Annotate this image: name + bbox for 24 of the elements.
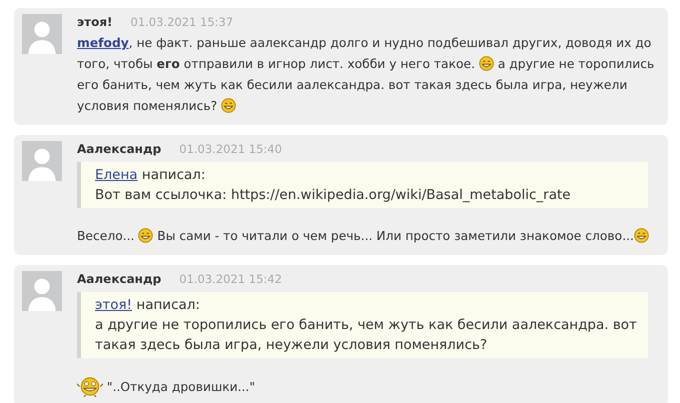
post-text: mefody, не факт. раньше аалександр долго и нудно подбешивал других, доводя их до того, чтобы его отправили в игнор лист. хобби у него такое. а другие не торопились его банить, чем жуть как бесили аалександра. вот такая здесь была игра, неужели условия поменялись? [77,35,656,115]
post-time: 01.03.2021 15:40 [179,142,282,156]
quote-author-link[interactable]: Елена [95,167,138,183]
author-name[interactable]: этоя! [77,15,112,29]
author-name[interactable]: Аалександр [77,142,162,156]
smiley-icon [221,98,236,113]
post-time: 01.03.2021 15:42 [179,272,282,286]
post-text: "..Откуда дровишки..." [77,376,658,398]
author-name[interactable]: Аалександр [77,272,162,286]
quote-text: а другие не торопились его банить, чем жуть как бесили аалександра. вот такая здесь была игра, неужели условия поменялись? [95,316,638,355]
quote-author-link[interactable]: этоя! [95,297,132,313]
avatar-icon [22,141,62,181]
mention-link[interactable]: mefody [77,36,129,50]
smiley-icon [138,228,154,243]
avatar-icon [22,271,62,311]
quote-label: написал: [136,297,200,313]
smiley-icon [77,376,103,397]
smiley-icon [634,228,649,243]
avatar-icon [22,14,62,54]
quote-text: Вот вам ссылочка: https://en.wikipedia.org/wiki/Basal_metabolic_rate [95,186,572,205]
post-time: 01.03.2021 15:37 [130,15,234,29]
post-text: Весело... Вы сами - то читали о чем речь... Или просто заметили знакомое слово... [77,226,658,247]
quote-label: написал: [142,167,206,183]
smiley-icon [478,56,494,71]
